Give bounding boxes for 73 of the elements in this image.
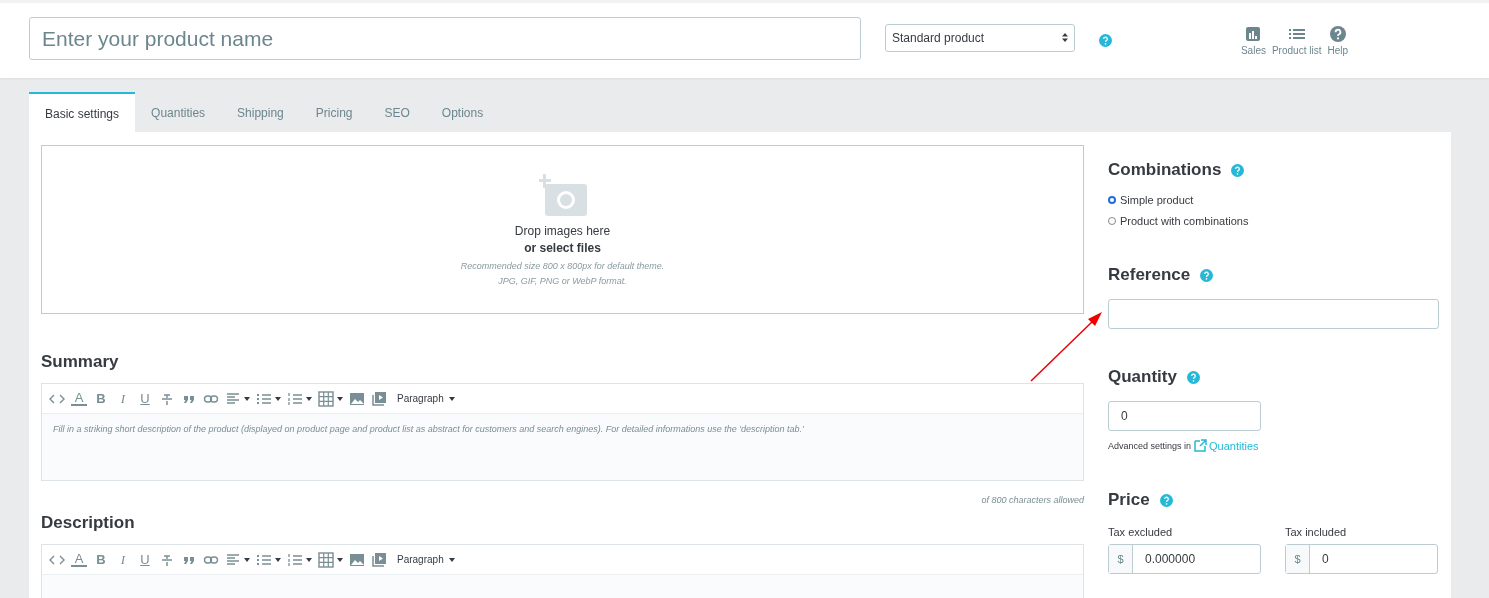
- help-icon: [1329, 25, 1346, 42]
- help-icon[interactable]: [1159, 493, 1173, 507]
- section-heading: Summary: [41, 352, 119, 372]
- currency-addon: $: [1109, 545, 1133, 573]
- field-label: Tax included: [1285, 526, 1348, 538]
- tab[interactable]: Quantities: [135, 92, 222, 132]
- price-field[interactable]: $ 0: [1285, 544, 1438, 574]
- external-link-icon: [1194, 439, 1208, 452]
- caret-icon[interactable]: [306, 396, 312, 401]
- currency-addon: $: [1286, 545, 1310, 573]
- section-heading: Reference: [1108, 265, 1191, 285]
- color-button[interactable]: A: [71, 552, 87, 567]
- video-icon[interactable]: [371, 551, 387, 568]
- field-label: Tax excluded: [1108, 526, 1174, 538]
- radio-label: Product with combinations: [1120, 215, 1249, 227]
- image-dropzone[interactable]: Drop images here or select files Recommended size 800 x 800px for default theme. JPG, GIF, PNG or WebP format.: [41, 145, 1084, 314]
- section-heading: Price: [1108, 490, 1150, 510]
- help-icon[interactable]: [1186, 370, 1200, 384]
- toolbar-button[interactable]: Product list: [1271, 25, 1322, 56]
- caret-icon[interactable]: [244, 396, 250, 401]
- toolbar-button[interactable]: Sales: [1240, 25, 1266, 56]
- tab[interactable]: Options: [425, 92, 500, 132]
- section-heading: Quantity: [1108, 367, 1177, 387]
- radio-label: Simple product: [1120, 194, 1194, 206]
- underline-button[interactable]: U: [137, 391, 153, 406]
- dropzone-hint: JPG, GIF, PNG or WebP format.: [498, 275, 627, 286]
- caret-icon: [448, 396, 455, 401]
- caret-icon[interactable]: [275, 396, 281, 401]
- product-type-select[interactable]: Standard product: [885, 23, 1075, 52]
- quantity-field[interactable]: 0: [1108, 401, 1261, 431]
- image-icon[interactable]: [349, 551, 365, 568]
- editor-placeholder: Fill in a striking short description of the product (displayed on product page and product list as abstract for customers and search engines). For detailed informations use the 'description tab.': [53, 424, 804, 434]
- tab[interactable]: SEO: [368, 92, 426, 132]
- toolbar-button[interactable]: Help: [1327, 25, 1348, 56]
- caret-icon[interactable]: [275, 557, 281, 562]
- help-icon[interactable]: [1099, 34, 1112, 47]
- underline-button[interactable]: U: [137, 552, 153, 567]
- advanced-settings-text: Advanced settings in: [1108, 440, 1192, 451]
- product-name-field[interactable]: Enter your product name: [29, 17, 861, 60]
- dropzone-title: Drop images here: [514, 223, 611, 238]
- color-button[interactable]: A: [71, 391, 87, 406]
- section-heading: Combinations: [1108, 160, 1222, 180]
- image-icon[interactable]: [349, 390, 365, 407]
- caret-icon: [448, 557, 455, 562]
- video-icon[interactable]: [371, 390, 387, 407]
- tab[interactable]: Pricing: [299, 92, 369, 132]
- help-icon[interactable]: [1231, 163, 1245, 177]
- section-heading: Description: [41, 513, 135, 533]
- format-dropdown[interactable]: Paragraph: [397, 393, 455, 404]
- quantities-link[interactable]: Quantities: [1194, 439, 1259, 452]
- sort-icon: [1062, 33, 1068, 42]
- radio-button[interactable]: [1108, 196, 1116, 204]
- tab[interactable]: Shipping: [221, 92, 300, 132]
- rich-text-editor[interactable]: A B I U Paragraph: [41, 544, 1084, 598]
- italic-button[interactable]: I: [115, 551, 131, 568]
- tab[interactable]: Basic settings: [29, 92, 136, 132]
- italic-button[interactable]: I: [115, 390, 131, 407]
- character-counter: of 800 characters allowed: [980, 495, 1084, 505]
- caret-icon[interactable]: [244, 557, 250, 562]
- select-files-link[interactable]: or select files: [524, 240, 601, 255]
- bold-button[interactable]: B: [93, 552, 109, 567]
- caret-icon[interactable]: [306, 557, 312, 562]
- caret-icon[interactable]: [337, 396, 343, 401]
- format-dropdown[interactable]: Paragraph: [397, 554, 455, 565]
- dropzone-hint: Recommended size 800 x 800px for default theme.: [460, 260, 665, 271]
- reference-field[interactable]: [1108, 299, 1439, 329]
- add-photo-icon: [538, 173, 587, 218]
- caret-icon[interactable]: [337, 557, 343, 562]
- bold-button[interactable]: B: [93, 391, 109, 406]
- radio-button[interactable]: [1108, 217, 1116, 225]
- help-icon[interactable]: [1200, 268, 1214, 282]
- price-field[interactable]: $ 0.000000: [1108, 544, 1261, 574]
- chart-icon: [1245, 25, 1262, 42]
